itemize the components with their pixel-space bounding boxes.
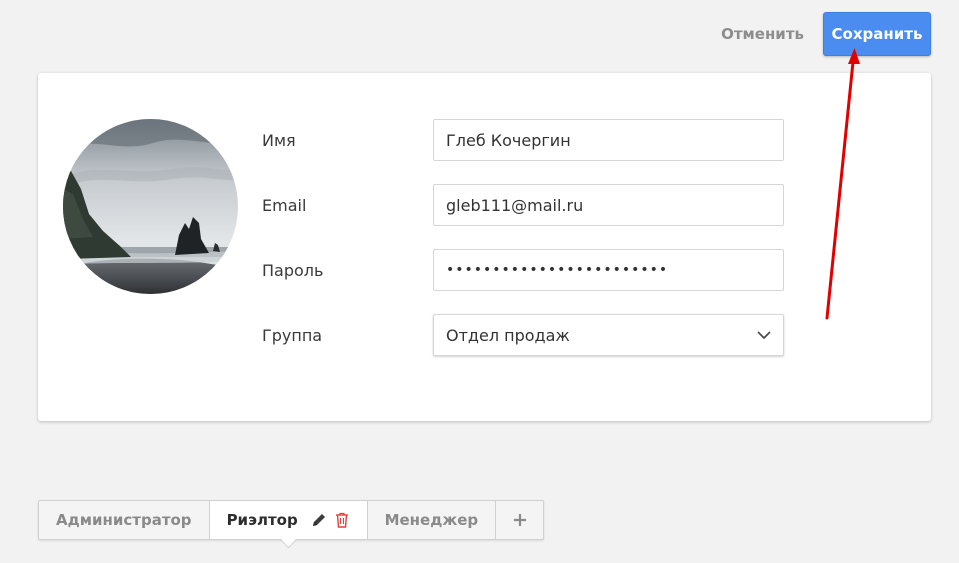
- tab-administrator[interactable]: Администратор: [39, 501, 210, 539]
- tab-label: Риэлтор: [226, 511, 298, 529]
- tab-realtor[interactable]: Риэлтор: [209, 501, 368, 539]
- profile-card: Имя Email Пароль •••••••••••••••••••••••…: [38, 73, 931, 421]
- password-input[interactable]: ••••••••••••••••••••••••: [433, 249, 784, 291]
- tab-actions: [310, 511, 350, 529]
- chevron-down-icon: [757, 331, 771, 339]
- cancel-button[interactable]: Отменить: [721, 25, 804, 43]
- password-row: Пароль ••••••••••••••••••••••••: [262, 248, 786, 292]
- top-actions: Отменить Сохранить: [721, 12, 931, 56]
- pencil-icon[interactable]: [310, 511, 328, 529]
- tab-label: Администратор: [56, 511, 192, 529]
- password-label: Пароль: [262, 260, 324, 280]
- group-select-value: Отдел продаж: [446, 325, 570, 345]
- name-label: Имя: [262, 130, 296, 150]
- email-row: Email: [262, 183, 786, 227]
- trash-icon[interactable]: [334, 511, 350, 529]
- name-row: Имя: [262, 118, 786, 162]
- tab-manager[interactable]: Менеджер: [368, 501, 497, 539]
- save-button[interactable]: Сохранить: [823, 12, 931, 56]
- avatar[interactable]: [63, 119, 238, 294]
- tab-label: Менеджер: [384, 511, 479, 529]
- avatar-landscape-image: [63, 119, 238, 294]
- group-select[interactable]: Отдел продаж: [433, 314, 784, 356]
- name-input[interactable]: [433, 119, 784, 161]
- add-tab-button[interactable]: [496, 501, 543, 539]
- group-row: Группа Отдел продаж: [262, 313, 786, 357]
- group-label: Группа: [262, 325, 323, 345]
- email-label: Email: [262, 195, 307, 215]
- role-tabs: Администратор Риэлтор Менеджер: [38, 500, 545, 540]
- email-input[interactable]: [433, 184, 784, 226]
- plus-icon: [513, 514, 526, 526]
